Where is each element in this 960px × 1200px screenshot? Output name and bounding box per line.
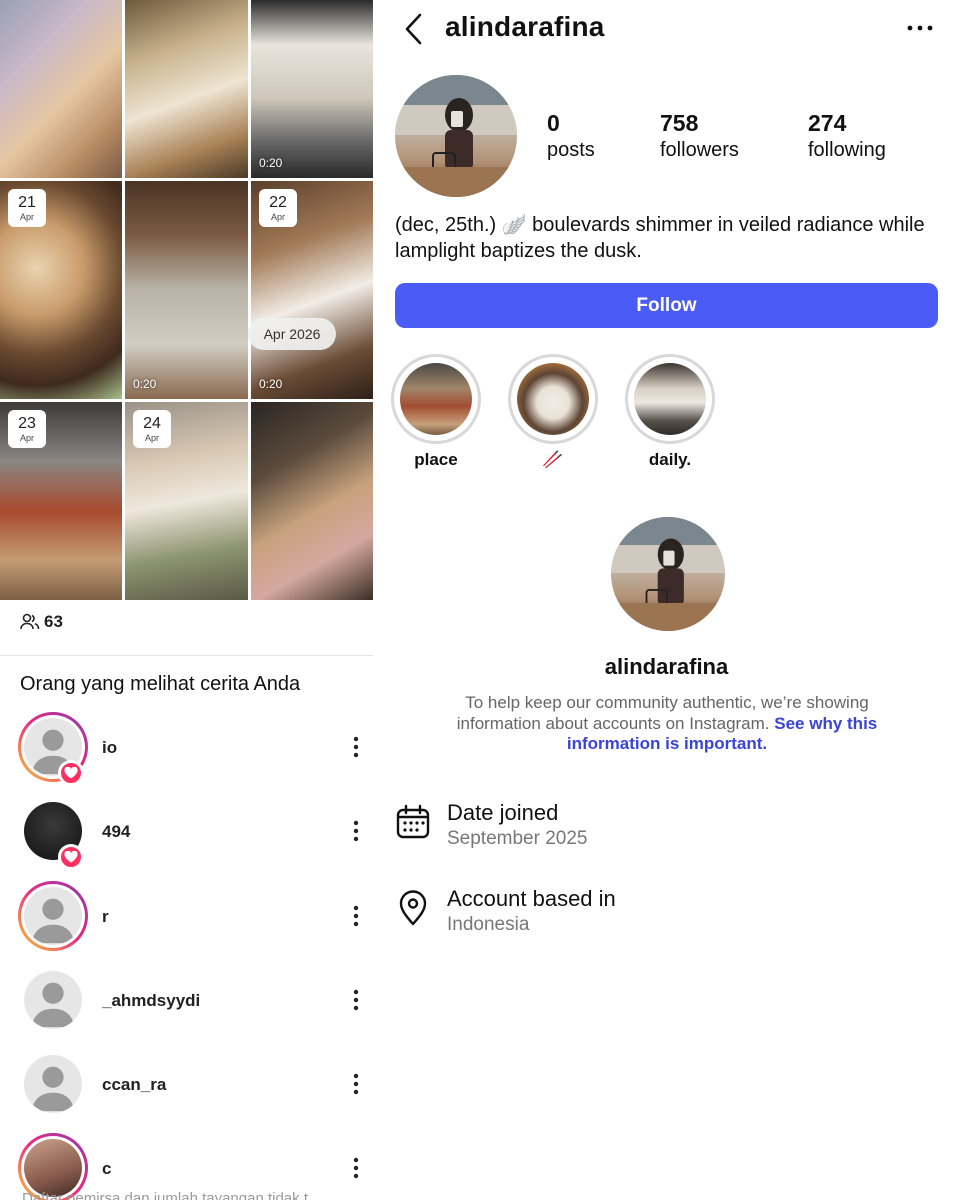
story-tile[interactable]: 0:20 (125, 181, 248, 399)
viewer-username[interactable]: c (102, 1159, 111, 1179)
more-vertical-icon[interactable] (348, 1071, 364, 1097)
profile-username: alindarafina (445, 11, 605, 42)
viewers-footer-note: Daftar pemirsa dan jumlah tayangan tidak… (22, 1190, 308, 1200)
heart-icon (58, 844, 84, 870)
video-duration: 0:20 (259, 377, 283, 391)
more-vertical-icon[interactable] (348, 734, 364, 760)
viewer-username[interactable]: 494 (102, 822, 130, 842)
viewer-username[interactable]: _ahmdsyydi (102, 991, 200, 1011)
person-placeholder-icon (31, 1066, 75, 1112)
highlight-ring (391, 354, 481, 444)
people-icon (20, 613, 40, 630)
badge-day: 24 (143, 414, 161, 432)
about-avatar (611, 517, 725, 631)
back-arrow-icon[interactable] (401, 12, 425, 46)
avatar[interactable] (18, 881, 88, 951)
stat-label: following (808, 138, 886, 161)
month-label-pill: Apr 2026 (248, 318, 336, 350)
stat-following[interactable]: 274 following (808, 110, 886, 162)
person-placeholder-icon (31, 898, 75, 944)
viewer-row[interactable]: 494 (0, 792, 373, 872)
highlight-label: place (414, 450, 458, 469)
viewers-section-title: Orang yang melihat cerita Anda (20, 673, 301, 695)
highlight-cover (400, 363, 472, 435)
story-tile[interactable]: 24 Apr (125, 402, 248, 600)
story-highlight[interactable]: 🥢 (508, 354, 598, 470)
viewer-username[interactable]: ccan_ra (102, 1075, 166, 1095)
highlight-ring (625, 354, 715, 444)
viewer-count-value: 63 (44, 612, 63, 631)
video-duration: 0:20 (259, 156, 283, 170)
story-highlight[interactable]: daily. (625, 354, 715, 470)
highlight-label: 🥢 (542, 450, 564, 469)
story-tile[interactable]: 22 Apr 0:20 (251, 181, 373, 399)
viewer-row[interactable]: _ahmdsyydi (0, 961, 373, 1041)
story-date-badge: 24 Apr (133, 410, 171, 448)
badge-day: 21 (18, 193, 36, 211)
highlight-cover (634, 363, 706, 435)
stat-label: posts (547, 138, 595, 161)
story-date-badge: 22 Apr (259, 189, 297, 227)
viewer-row[interactable]: ccan_ra (0, 1045, 373, 1125)
date-joined-value: September 2025 (447, 828, 588, 849)
story-tile[interactable] (251, 402, 373, 600)
highlight-cover (517, 363, 589, 435)
avatar[interactable] (18, 965, 88, 1035)
follow-button[interactable]: Follow (395, 283, 938, 328)
viewer-row[interactable]: io (0, 708, 373, 788)
badge-month: Apr (19, 432, 34, 443)
location-pin-icon (399, 890, 427, 926)
profile-bio: (dec, 25th.) 🪽 boulevards shimmer in vei… (395, 214, 925, 262)
more-vertical-icon[interactable] (348, 987, 364, 1013)
more-horizontal-icon[interactable] (905, 18, 935, 38)
profile-avatar[interactable] (395, 75, 517, 197)
story-tile[interactable] (0, 0, 122, 178)
badge-day: 23 (18, 414, 36, 432)
story-tile[interactable]: 23 Apr (0, 402, 122, 600)
account-based-label: Account based in (447, 886, 616, 911)
heart-icon (58, 760, 84, 786)
stat-value: 0 (547, 110, 560, 136)
more-vertical-icon[interactable] (348, 818, 364, 844)
more-vertical-icon[interactable] (348, 1155, 364, 1181)
story-viewers-panel: 0:20 21 Apr 0:20 22 Apr 0:20 23 Apr 24 A… (0, 0, 373, 1200)
story-highlight[interactable]: place (391, 354, 481, 470)
highlight-ring (508, 354, 598, 444)
badge-month: Apr (144, 432, 159, 443)
profile-photo (395, 75, 517, 197)
profile-photo (611, 517, 725, 631)
badge-month: Apr (19, 211, 34, 222)
viewer-count: 63 (20, 612, 63, 632)
account-based-row: Account based in Indonesia (395, 886, 935, 942)
stat-followers[interactable]: 758 followers (660, 110, 739, 162)
story-tile[interactable]: 0:20 (251, 0, 373, 178)
highlight-label: daily. (648, 450, 692, 469)
story-archive-grid: 0:20 21 Apr 0:20 22 Apr 0:20 23 Apr 24 A… (0, 0, 373, 600)
story-date-badge: 21 Apr (8, 189, 46, 227)
profile-panel: alindarafina 0 posts 758 followers 274 f… (373, 0, 960, 1200)
story-tile[interactable]: 21 Apr (0, 181, 122, 399)
about-description: To help keep our community authentic, we… (425, 693, 909, 755)
story-date-badge: 23 Apr (8, 410, 46, 448)
video-duration: 0:20 (133, 377, 157, 391)
badge-day: 22 (269, 193, 287, 211)
divider (0, 655, 373, 656)
date-joined-label: Date joined (447, 800, 559, 825)
viewer-username[interactable]: r (102, 907, 109, 927)
story-tile[interactable] (125, 0, 248, 178)
calendar-icon (396, 804, 430, 839)
viewer-username[interactable]: io (102, 738, 117, 758)
badge-month: Apr (270, 211, 285, 222)
stat-value: 758 (660, 110, 699, 136)
date-joined-row: Date joined September 2025 (395, 800, 935, 856)
account-based-value: Indonesia (447, 914, 530, 935)
stat-posts[interactable]: 0 posts (547, 110, 595, 162)
person-placeholder-icon (31, 982, 75, 1028)
avatar[interactable] (18, 1049, 88, 1119)
more-vertical-icon[interactable] (348, 903, 364, 929)
stat-label: followers (660, 138, 739, 161)
about-username: alindarafina (604, 654, 729, 679)
stat-value: 274 (808, 110, 847, 136)
viewer-row[interactable]: r (0, 877, 373, 957)
